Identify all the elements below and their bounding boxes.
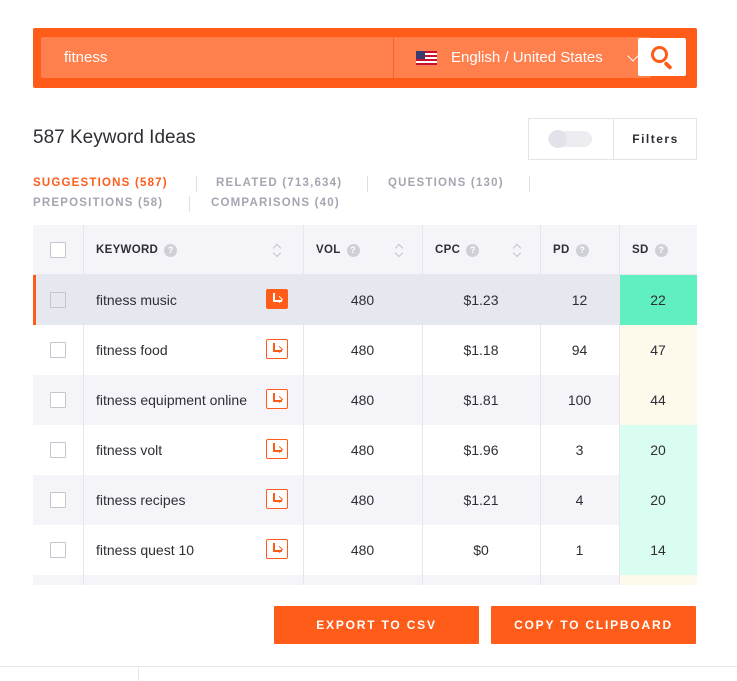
- go-to-keyword-icon[interactable]: [266, 389, 288, 409]
- row-checkbox[interactable]: [50, 542, 66, 558]
- tab-suggestions[interactable]: SUGGESTIONS (587): [33, 177, 168, 189]
- tab-prepositions[interactable]: PREPOSITIONS (58): [33, 197, 163, 209]
- language-label: English / United States: [451, 49, 603, 66]
- keyword-table: KEYWORD ? VOL ? CPC ? PD ? SD ? fitness …: [33, 225, 697, 585]
- us-flag-icon: [416, 50, 437, 65]
- row-checkbox[interactable]: [50, 392, 66, 408]
- vol-cell: 480: [350, 542, 375, 558]
- vol-cell: 480: [350, 442, 375, 458]
- go-to-keyword-icon[interactable]: [266, 339, 288, 359]
- help-icon[interactable]: ?: [654, 243, 668, 257]
- column-cpc[interactable]: CPC ?: [422, 225, 540, 275]
- table-row[interactable]: fitness music 480 $1.23 12 22: [33, 275, 697, 325]
- cpc-cell: $1.81: [463, 392, 499, 408]
- vol-cell: 480: [350, 292, 375, 308]
- row-checkbox[interactable]: [50, 292, 66, 308]
- column-pd[interactable]: PD ?: [540, 225, 619, 275]
- pd-cell: 12: [571, 292, 588, 308]
- tab-comparisons[interactable]: COMPARISONS (40): [211, 197, 340, 209]
- search-input[interactable]: [41, 37, 393, 78]
- go-to-keyword-icon[interactable]: [266, 289, 288, 309]
- sort-icon[interactable]: [395, 243, 403, 257]
- language-select[interactable]: English / United States: [393, 37, 651, 78]
- chevron-down-icon: [627, 50, 639, 62]
- cpc-cell: $0: [473, 542, 489, 558]
- row-checkbox[interactable]: [50, 442, 66, 458]
- vol-cell: 480: [350, 392, 375, 408]
- select-all-checkbox[interactable]: [50, 242, 66, 258]
- page-title: 587 Keyword Ideas: [33, 127, 196, 148]
- pd-cell: 3: [575, 442, 584, 458]
- tab-related[interactable]: RELATED (713,634): [216, 177, 342, 189]
- go-to-keyword-icon[interactable]: [266, 489, 288, 509]
- row-checkbox[interactable]: [50, 492, 66, 508]
- table-row[interactable]: fitness recipes 480 $1.21 4 20: [33, 475, 697, 525]
- row-checkbox[interactable]: [50, 342, 66, 358]
- sort-icon[interactable]: [273, 243, 281, 257]
- sort-icon[interactable]: [513, 243, 521, 257]
- column-vol[interactable]: VOL ?: [303, 225, 422, 275]
- sd-cell: 44: [619, 375, 697, 425]
- go-to-keyword-icon[interactable]: [266, 539, 288, 559]
- help-icon[interactable]: ?: [575, 243, 589, 257]
- copy-clipboard-button[interactable]: COPY TO CLIPBOARD: [491, 606, 696, 644]
- search-bar: English / United States: [33, 28, 697, 88]
- help-icon[interactable]: ?: [466, 243, 480, 257]
- filters-button[interactable]: Filters: [614, 119, 697, 159]
- cpc-cell: $1.96: [463, 442, 499, 458]
- vol-cell: 480: [350, 342, 375, 358]
- sd-cell: 47: [619, 325, 697, 375]
- sd-cell: [619, 575, 697, 585]
- cpc-cell: $1.21: [463, 492, 499, 508]
- search-button[interactable]: [638, 38, 686, 76]
- cpc-cell: $1.18: [463, 342, 499, 358]
- column-keyword[interactable]: KEYWORD ?: [83, 225, 303, 275]
- sd-cell: 20: [619, 475, 697, 525]
- sd-cell: 14: [619, 525, 697, 575]
- table-row[interactable]: fitness food 480 $1.18 94 47: [33, 325, 697, 375]
- filters-toggle[interactable]: [548, 130, 592, 148]
- table-row[interactable]: fitness equipment online 480 $1.81 100 4…: [33, 375, 697, 425]
- table-row[interactable]: fitness quest 10 480 $0 1 14: [33, 525, 697, 575]
- go-to-keyword-icon[interactable]: [266, 439, 288, 459]
- table-row[interactable]: [33, 575, 697, 585]
- sd-cell: 20: [619, 425, 697, 475]
- cpc-cell: $1.23: [463, 292, 499, 308]
- pd-cell: 94: [571, 342, 588, 358]
- help-icon[interactable]: ?: [164, 243, 178, 257]
- pd-cell: 1: [575, 542, 584, 558]
- vol-cell: 480: [350, 492, 375, 508]
- filters-panel: Filters: [528, 118, 697, 160]
- pd-cell: 4: [575, 492, 584, 508]
- table-header: KEYWORD ? VOL ? CPC ? PD ? SD ?: [33, 225, 697, 275]
- table-row[interactable]: fitness volt 480 $1.96 3 20: [33, 425, 697, 475]
- sd-cell: 22: [619, 275, 697, 325]
- help-icon[interactable]: ?: [346, 243, 360, 257]
- column-sd[interactable]: SD ?: [619, 225, 697, 275]
- tab-questions[interactable]: QUESTIONS (130): [388, 177, 504, 189]
- pd-cell: 100: [567, 392, 592, 408]
- export-csv-button[interactable]: EXPORT TO CSV: [274, 606, 479, 644]
